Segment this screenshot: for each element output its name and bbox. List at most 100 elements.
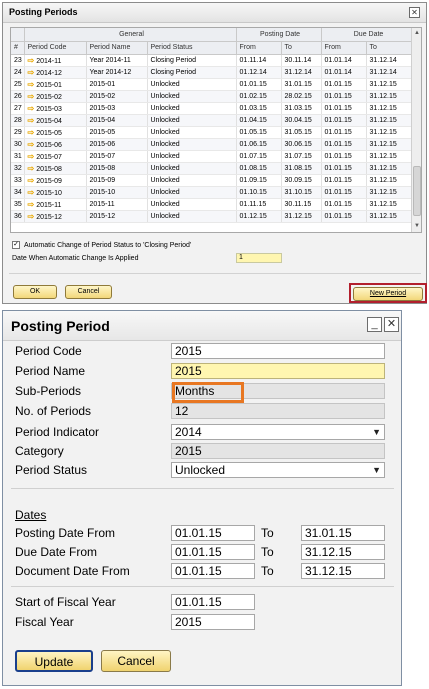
table-row[interactable]: 29 ⇨ 2015-05 2015-05 Unlocked 01.05.15 31.05.1… (11, 126, 414, 139)
posting-date-from-field[interactable]: 01.01.15 (171, 525, 255, 541)
posting-from-cell: 01.01.15 (236, 78, 282, 91)
cancel-button[interactable]: Cancel (101, 650, 171, 672)
period-code-text: 2015-10 (36, 189, 62, 197)
dates-heading: Dates (15, 508, 47, 522)
table-row[interactable]: 24 ⇨ 2014-12 Year 2014-12 Closing Period 01.1… (11, 66, 414, 79)
link-arrow-icon[interactable]: ⇨ (28, 188, 35, 197)
column-header-posting-from[interactable]: From (236, 41, 282, 55)
fiscal-year-field[interactable]: 2015 (171, 614, 255, 630)
link-arrow-icon[interactable]: ⇨ (28, 104, 35, 113)
title-bar: Posting Periods ✕ (3, 3, 426, 23)
ok-button[interactable]: OK (13, 285, 57, 299)
due-to-cell: 31.12.15 (366, 102, 414, 115)
table-row[interactable]: 32 ⇨ 2015-08 2015-08 Unlocked 01.08.15 31.08.1… (11, 162, 414, 175)
close-icon[interactable]: ✕ (384, 317, 399, 332)
date-applied-input[interactable]: 1 (236, 253, 282, 263)
update-button[interactable]: Update (15, 650, 93, 672)
table-row[interactable]: 28 ⇨ 2015-04 2015-04 Unlocked 01.04.15 30.04.1… (11, 114, 414, 127)
link-arrow-icon[interactable]: ⇨ (28, 140, 35, 149)
link-arrow-icon[interactable]: ⇨ (28, 212, 35, 221)
divider (9, 273, 421, 274)
minimize-icon[interactable]: _ (367, 317, 382, 332)
link-arrow-icon[interactable]: ⇨ (28, 80, 35, 89)
vertical-scrollbar[interactable]: ▲ ▼ (411, 28, 421, 232)
posting-from-cell: 01.10.15 (236, 186, 282, 199)
scroll-down-icon[interactable]: ▼ (413, 222, 421, 231)
link-arrow-icon[interactable]: ⇨ (28, 200, 35, 209)
period-code-cell: ⇨ 2015-12 (24, 210, 87, 223)
table-row[interactable]: 23 ⇨ 2014-11 Year 2014-11 Closing Period 01.1… (11, 54, 414, 67)
title-bar: Posting Period _ ✕ (3, 311, 401, 341)
period-name-cell: 2015-02 (86, 90, 148, 103)
column-header-period-code[interactable]: Period Code (24, 41, 87, 55)
link-arrow-icon[interactable]: ⇨ (28, 164, 35, 173)
row-number-cell: 25 (11, 78, 25, 91)
cancel-button[interactable]: Cancel (65, 285, 112, 299)
link-arrow-icon[interactable]: ⇨ (28, 92, 35, 101)
scroll-up-icon[interactable]: ▲ (413, 29, 421, 38)
document-date-to-field[interactable]: 31.12.15 (301, 563, 385, 579)
column-header-due-from[interactable]: From (321, 41, 367, 55)
row-number-cell: 35 (11, 198, 25, 211)
period-code-field[interactable]: 2015 (171, 343, 385, 359)
link-arrow-icon[interactable]: ⇨ (28, 56, 35, 65)
due-date-from-field[interactable]: 01.01.15 (171, 544, 255, 560)
column-header-number[interactable]: # (11, 41, 25, 55)
posting-to-cell: 28.02.15 (281, 90, 322, 103)
period-status-cell: Unlocked (147, 102, 237, 115)
table-row[interactable]: 36 ⇨ 2015-12 2015-12 Unlocked 01.12.15 31.12.1… (11, 210, 414, 223)
period-status-select[interactable]: Unlocked ▼ (171, 462, 385, 478)
link-arrow-icon[interactable]: ⇨ (28, 176, 35, 185)
due-to-cell: 31.12.15 (366, 78, 414, 91)
table-row[interactable]: 27 ⇨ 2015-03 2015-03 Unlocked 01.03.15 31.03.1… (11, 102, 414, 115)
row-number-cell: 28 (11, 114, 25, 127)
document-date-from-field[interactable]: 01.01.15 (171, 563, 255, 579)
table-row[interactable]: 34 ⇨ 2015-10 2015-10 Unlocked 01.10.15 31.10.1… (11, 186, 414, 199)
posting-to-cell: 30.04.15 (281, 114, 322, 127)
auto-change-label: Automatic Change of Period Status to 'Cl… (24, 241, 192, 249)
divider (11, 488, 394, 489)
link-arrow-icon[interactable]: ⇨ (28, 68, 35, 77)
period-code-cell: ⇨ 2014-12 (24, 66, 87, 79)
period-status-cell: Unlocked (147, 174, 237, 187)
table-row[interactable]: 35 ⇨ 2015-11 2015-11 Unlocked 01.11.15 30.11.1… (11, 198, 414, 211)
link-arrow-icon[interactable]: ⇨ (28, 116, 35, 125)
posting-date-to-field[interactable]: 31.01.15 (301, 525, 385, 541)
period-name-cell: 2015-10 (86, 186, 148, 199)
period-name-cell: 2015-04 (86, 114, 148, 127)
due-date-to-field[interactable]: 31.12.15 (301, 544, 385, 560)
posting-period-window: Posting Period _ ✕ Period Code 2015 Peri… (2, 310, 402, 686)
posting-to-cell: 31.03.15 (281, 102, 322, 115)
due-from-cell: 01.01.15 (321, 138, 367, 151)
due-to-cell: 31.12.15 (366, 90, 414, 103)
auto-change-option[interactable]: ✓ Automatic Change of Period Status to '… (12, 241, 191, 249)
fiscal-year-start-field[interactable]: 01.01.15 (171, 594, 255, 610)
chevron-down-icon[interactable]: ▼ (372, 463, 381, 477)
column-header-due-to[interactable]: To (366, 41, 414, 55)
column-header-posting-to[interactable]: To (281, 41, 322, 55)
due-to-cell: 31.12.15 (366, 210, 414, 223)
sub-periods-highlight (172, 382, 244, 403)
posting-from-cell: 01.04.15 (236, 114, 282, 127)
close-icon[interactable]: ✕ (409, 7, 420, 18)
auto-change-checkbox[interactable]: ✓ (12, 241, 20, 249)
link-arrow-icon[interactable]: ⇨ (28, 152, 35, 161)
table-row[interactable]: 33 ⇨ 2015-09 2015-09 Unlocked 01.09.15 30.09.1… (11, 174, 414, 187)
period-status-cell: Unlocked (147, 210, 237, 223)
chevron-down-icon[interactable]: ▼ (372, 425, 381, 439)
due-from-cell: 01.01.14 (321, 54, 367, 67)
table-row[interactable]: 25 ⇨ 2015-01 2015-01 Unlocked 01.01.15 31.01.1… (11, 78, 414, 91)
table-row[interactable]: 31 ⇨ 2015-07 2015-07 Unlocked 01.07.15 31.07.1… (11, 150, 414, 163)
column-header-period-status[interactable]: Period Status (147, 41, 237, 55)
table-row[interactable]: 30 ⇨ 2015-06 2015-06 Unlocked 01.06.15 30.06.1… (11, 138, 414, 151)
period-name-cell: Year 2014-11 (86, 54, 148, 67)
period-name-field[interactable]: 2015 (171, 363, 385, 379)
period-name-label: Period Name (15, 364, 86, 378)
due-from-cell: 01.01.15 (321, 162, 367, 175)
scrollbar-thumb[interactable] (413, 166, 421, 216)
link-arrow-icon[interactable]: ⇨ (28, 128, 35, 137)
column-header-period-name[interactable]: Period Name (86, 41, 148, 55)
new-period-button[interactable]: New Period (353, 287, 423, 301)
period-indicator-select[interactable]: 2014 ▼ (171, 424, 385, 440)
table-row[interactable]: 26 ⇨ 2015-02 2015-02 Unlocked 01.02.15 28.02.1… (11, 90, 414, 103)
